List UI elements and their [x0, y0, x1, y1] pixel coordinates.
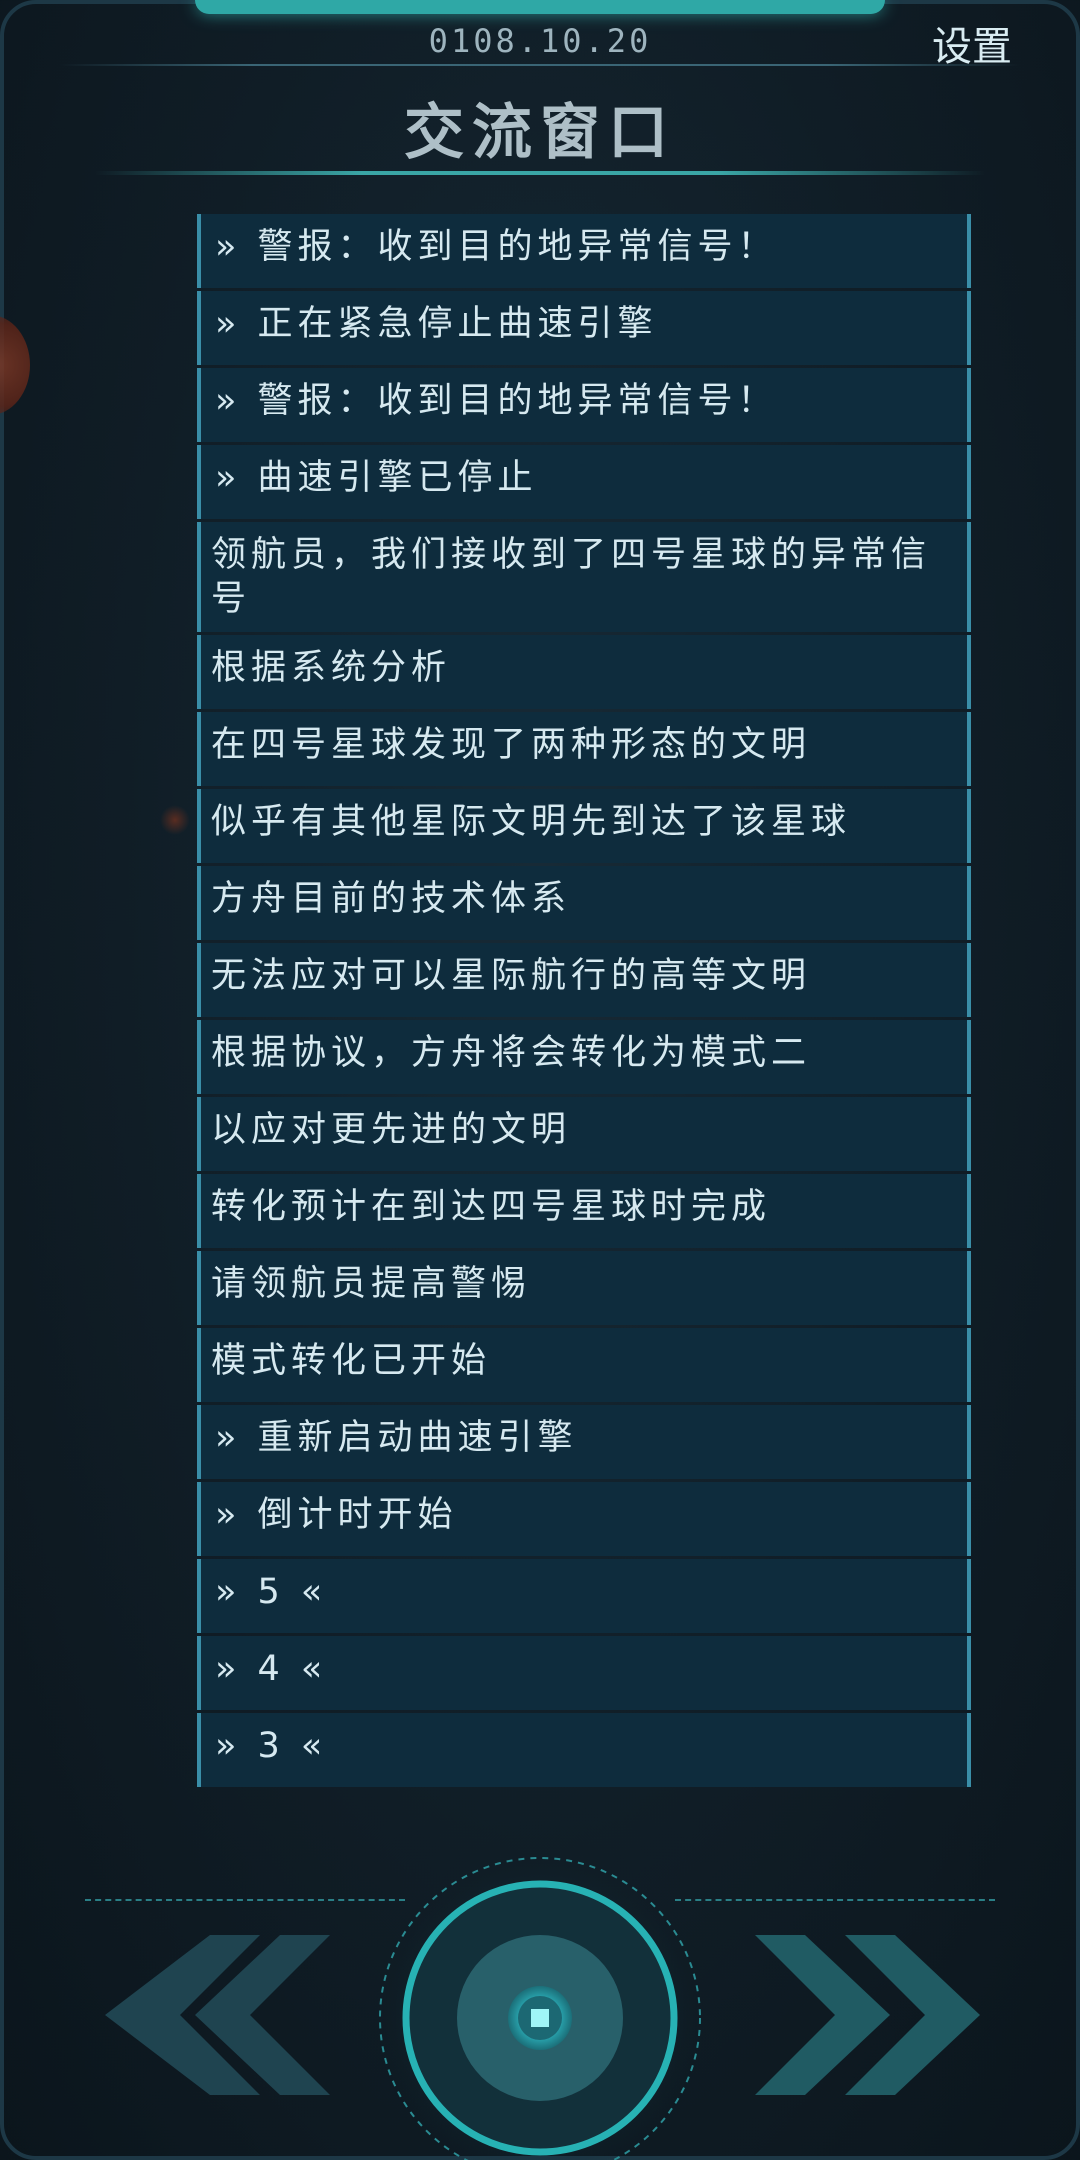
settings-button[interactable]: 设置 — [932, 14, 1012, 72]
double-chevron-left-icon — [105, 1935, 330, 2095]
next-button[interactable] — [755, 1935, 985, 2095]
chat-message: 以应对更先进的文明 — [197, 1097, 971, 1171]
chat-log[interactable]: » 警报：收到目的地异常信号！ » 正在紧急停止曲速引擎 » 警报：收到目的地异… — [197, 214, 971, 1800]
chat-message: 模式转化已开始 — [197, 1328, 971, 1402]
chat-message: 无法应对可以星际航行的高等文明 — [197, 943, 971, 1017]
chat-message: 转化预计在到达四号星球时完成 — [197, 1174, 971, 1248]
title-underline — [95, 171, 985, 175]
chat-message: 根据系统分析 — [197, 635, 971, 709]
chat-message: » 警报：收到目的地异常信号！ — [197, 214, 971, 288]
chat-message: 方舟目前的技术体系 — [197, 866, 971, 940]
debris-decoration — [160, 805, 190, 835]
center-dial-button[interactable] — [377, 1855, 703, 2160]
top-glow-bar — [195, 0, 885, 14]
chat-message: 根据协议，方舟将会转化为模式二 — [197, 1020, 971, 1094]
chat-message: » 5 « — [197, 1559, 971, 1633]
dial-button-icon — [379, 1857, 701, 2160]
control-divider-right — [675, 1899, 995, 1901]
chat-message: » 重新启动曲速引擎 — [197, 1405, 971, 1479]
chat-message: 领航员，我们接收到了四号星球的异常信号 — [197, 522, 971, 632]
double-chevron-right-icon — [755, 1935, 980, 2095]
previous-button[interactable] — [100, 1935, 330, 2095]
chat-message: » 正在紧急停止曲速引擎 — [197, 291, 971, 365]
chat-message: » 4 « — [197, 1636, 971, 1710]
chat-message: » 3 « — [197, 1713, 971, 1787]
chat-message: » 警报：收到目的地异常信号！ — [197, 368, 971, 442]
chat-message: » 曲速引擎已停止 — [197, 445, 971, 519]
page-title: 交流窗口 — [404, 98, 676, 168]
planet-decoration — [0, 315, 30, 415]
chat-message: 在四号星球发现了两种形态的文明 — [197, 712, 971, 786]
chat-message: » 倒计时开始 — [197, 1482, 971, 1556]
control-divider-left — [85, 1899, 405, 1901]
date-label: 0108.10.20 — [428, 22, 652, 60]
chat-message: 请领航员提高警惕 — [197, 1251, 971, 1325]
chat-message: 似乎有其他星际文明先到达了该星球 — [197, 789, 971, 863]
header-divider — [60, 64, 1020, 66]
